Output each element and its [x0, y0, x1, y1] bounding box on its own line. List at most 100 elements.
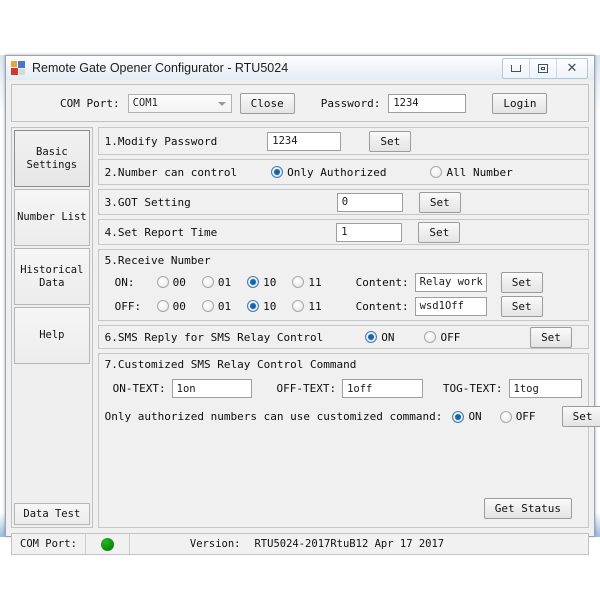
- authorized-only-on-radio[interactable]: ON: [452, 410, 482, 423]
- window-title: Remote Gate Opener Configurator - RTU502…: [32, 61, 289, 75]
- section-7-title: 7.Customized SMS Relay Control Command: [104, 358, 357, 371]
- receive-on-option-01-label: 01: [217, 275, 232, 289]
- tog-text-input[interactable]: 1tog: [508, 379, 583, 398]
- radio-only-authorized[interactable]: Only Authorized: [271, 166, 386, 179]
- authorized-only-off-label: OFF: [515, 410, 536, 423]
- sidebar-item-historical-data[interactable]: Historical Data: [14, 248, 90, 305]
- got-setting-input[interactable]: 0: [336, 192, 403, 212]
- receive-off-option-10-label: 10: [263, 299, 277, 313]
- authorized-only-row: Only authorized numbers can use customiz…: [104, 406, 600, 427]
- receive-on-option-10-label: 10: [263, 275, 277, 289]
- section-receive-number: 5.Receive Number ON: 00 01 10 11 Content…: [97, 249, 589, 321]
- status-com-port-label: COM Port:: [20, 538, 77, 550]
- connection-status-led-icon: [100, 537, 114, 551]
- section-1-title: 1.Modify Password: [104, 134, 218, 148]
- receive-on-content-input[interactable]: Relay work: [414, 272, 487, 292]
- com-port-label: COM Port:: [60, 96, 120, 110]
- receive-off-option-00[interactable]: 00: [156, 299, 186, 313]
- section-5-title: 5.Receive Number: [104, 254, 211, 267]
- sidebar-item-number-list[interactable]: Number List: [14, 189, 90, 246]
- maximize-icon: [538, 64, 548, 73]
- receive-off-option-10[interactable]: 10: [247, 300, 276, 313]
- section-4-title: 4.Set Report Time: [104, 225, 218, 239]
- radio-dot-icon: [452, 410, 465, 423]
- close-port-button[interactable]: Close: [239, 92, 295, 114]
- com-port-value: COM1: [132, 97, 158, 109]
- report-time-set-button[interactable]: Set: [418, 221, 461, 243]
- radio-dot-icon: [201, 300, 214, 312]
- receive-off-set-button[interactable]: Set: [500, 295, 543, 317]
- off-text-input[interactable]: 1off: [342, 379, 423, 398]
- receive-on-set-button[interactable]: Set: [500, 271, 543, 293]
- section-set-report-time: 4.Set Report Time 1 Set: [97, 219, 589, 245]
- receive-off-content-label: Content:: [355, 299, 409, 313]
- sms-reply-on-radio[interactable]: ON: [365, 331, 394, 344]
- customized-text-row: ON-TEXT: 1on OFF-TEXT: 1off TOG-TEXT: 1t…: [105, 379, 583, 398]
- receive-on-content-label: Content:: [355, 275, 409, 289]
- report-time-input[interactable]: 1: [336, 222, 403, 242]
- authorized-only-on-label: ON: [468, 410, 482, 423]
- receive-off-option-11[interactable]: 11: [292, 300, 322, 313]
- receive-off-option-00-label: 00: [172, 299, 186, 313]
- receive-on-option-00[interactable]: 00: [156, 275, 186, 289]
- sidebar: Basic Settings Number List Historical Da…: [11, 127, 93, 528]
- section-number-can-control: 2.Number can control Only Authorized All…: [97, 159, 589, 185]
- chevron-down-icon: [217, 101, 226, 106]
- modify-password-set-button[interactable]: Set: [369, 130, 412, 152]
- customized-command-set-button[interactable]: Set: [561, 406, 600, 427]
- section-modify-password: 1.Modify Password 1234 Set: [97, 127, 589, 155]
- radio-dot-icon: [292, 276, 305, 288]
- app-squares-icon: [11, 60, 26, 76]
- sms-reply-set-button[interactable]: Set: [530, 326, 572, 348]
- receive-off-content-input[interactable]: wsd1Off: [414, 296, 487, 316]
- radio-all-number[interactable]: All Number: [430, 165, 513, 179]
- authorized-only-label: Only authorized numbers can use customiz…: [104, 410, 443, 423]
- section-customized-command: 7.Customized SMS Relay Control Command O…: [97, 353, 600, 528]
- sms-reply-off-radio[interactable]: OFF: [424, 331, 460, 344]
- radio-dot-icon: [424, 331, 437, 343]
- body-split: Basic Settings Number List Historical Da…: [11, 127, 600, 528]
- on-text-label: ON-TEXT:: [112, 382, 166, 395]
- got-setting-set-button[interactable]: Set: [418, 191, 461, 213]
- status-version-label: Version:: [189, 538, 241, 550]
- password-input[interactable]: 1234: [388, 93, 467, 113]
- tog-text-label: TOG-TEXT:: [442, 382, 503, 395]
- close-button[interactable]: ✕: [557, 59, 587, 78]
- login-button[interactable]: Login: [492, 92, 548, 114]
- com-port-select[interactable]: COM1: [127, 93, 232, 113]
- status-bar: COM Port: Version: RTU5024-2017RtuB12 Ap…: [11, 533, 589, 555]
- receive-on-option-11[interactable]: 11: [292, 276, 322, 289]
- section-2-title: 2.Number can control: [104, 165, 238, 179]
- minimize-button[interactable]: [503, 59, 530, 78]
- radio-dot-icon: [292, 300, 305, 312]
- receive-on-option-10[interactable]: 10: [247, 276, 276, 289]
- radio-dot-icon: [156, 300, 169, 312]
- modify-password-input[interactable]: 1234: [267, 131, 342, 151]
- status-version-value: RTU5024-2017RtuB12 Apr 17 2017: [254, 538, 445, 550]
- close-icon: ✕: [566, 61, 578, 76]
- receive-off-option-01[interactable]: 01: [201, 300, 231, 313]
- sms-reply-on-label: ON: [381, 330, 395, 344]
- radio-dot-icon: [247, 300, 260, 312]
- historical-line-1: Historical: [20, 263, 84, 276]
- sms-reply-off-label: OFF: [440, 330, 461, 344]
- title-bar: Remote Gate Opener Configurator - RTU502…: [6, 56, 594, 80]
- sidebar-item-help[interactable]: Help: [14, 307, 90, 364]
- get-status-button[interactable]: Get Status: [483, 498, 572, 519]
- application-window: Remote Gate Opener Configurator - RTU502…: [5, 55, 600, 555]
- sidebar-item-data-test[interactable]: Data Test: [14, 503, 90, 525]
- radio-all-number-label: All Number: [446, 165, 513, 179]
- radio-dot-icon: [247, 276, 260, 288]
- receive-on-option-01[interactable]: 01: [201, 275, 232, 289]
- status-version-cell: Version: RTU5024-2017RtuB12 Apr 17 2017: [130, 538, 444, 550]
- receive-on-label: ON:: [114, 275, 135, 289]
- password-label: Password:: [320, 96, 381, 110]
- status-led-cell: [86, 534, 130, 554]
- maximize-button[interactable]: [530, 59, 557, 78]
- historical-line-2: Data: [39, 276, 65, 289]
- receive-on-option-00-label: 00: [172, 275, 186, 289]
- on-text-input[interactable]: 1on: [171, 379, 253, 398]
- sidebar-item-basic-settings[interactable]: Basic Settings: [14, 130, 90, 187]
- authorized-only-off-radio[interactable]: OFF: [499, 410, 536, 423]
